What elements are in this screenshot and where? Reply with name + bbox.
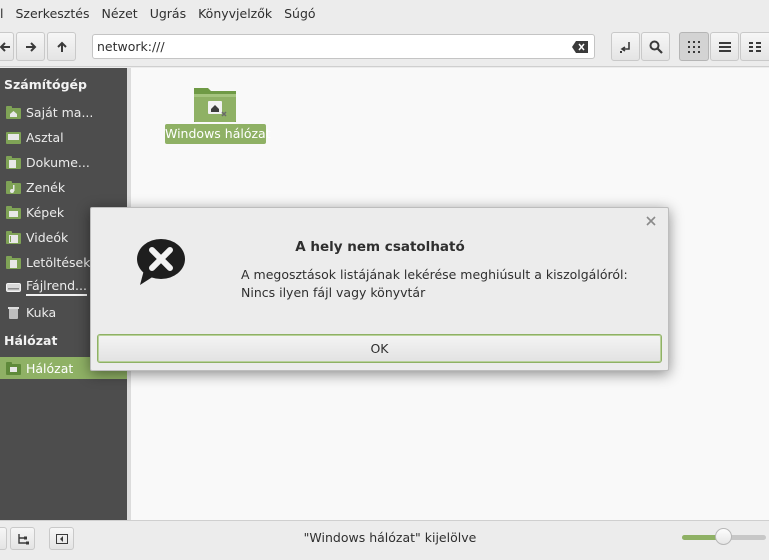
documents-folder-icon <box>6 155 21 169</box>
menu-view[interactable]: Nézet <box>95 6 143 21</box>
menu-help[interactable]: Súgó <box>278 6 321 21</box>
menu-bar: l Szerkesztés Nézet Ugrás Könyvjelzők Sú… <box>0 0 769 27</box>
network-share-folder-icon <box>192 82 238 124</box>
dialog-message: A megosztások listájának lekérése meghiú… <box>241 267 628 300</box>
videos-folder-icon <box>6 230 21 244</box>
sidebar-item-music[interactable]: Zenék <box>0 176 127 198</box>
sidebar-item-desktop[interactable]: Asztal <box>0 126 127 148</box>
file-item-label: Windows hálózat <box>165 124 271 144</box>
toolbar: network:/// <box>0 27 769 67</box>
desktop-folder-icon <box>6 131 21 144</box>
sidebar-heading-computer: Számítógép <box>4 77 87 92</box>
toggle-location-button[interactable] <box>611 32 640 61</box>
back-button[interactable] <box>0 32 14 61</box>
filesystem-icon <box>6 281 21 294</box>
status-bar: "Windows hálózat" kijelölve <box>0 520 769 560</box>
location-text: network:/// <box>97 39 165 54</box>
dialog-title: A hely nem csatolható <box>295 239 465 255</box>
hide-sidebar-button[interactable] <box>49 527 74 550</box>
home-folder-icon <box>6 105 21 119</box>
show-treeview-button[interactable] <box>10 527 35 550</box>
sidebar-item-label: Dokume... <box>26 154 90 170</box>
music-folder-icon <box>6 180 21 194</box>
search-button[interactable] <box>641 32 670 61</box>
zoom-slider-handle[interactable] <box>715 528 732 545</box>
grid-icon <box>688 40 700 53</box>
sidebar-item-label: Videók <box>26 229 69 245</box>
menu-bookmarks[interactable]: Könyvjelzők <box>192 6 278 21</box>
show-places-button[interactable] <box>0 527 7 550</box>
arrow-left-icon <box>0 41 10 52</box>
mount-error-dialog: A hely nem csatolható A megosztások list… <box>90 207 669 371</box>
menu-file[interactable]: l <box>0 6 9 21</box>
arrow-up-icon <box>56 41 67 52</box>
arrow-right-icon <box>25 41 36 52</box>
tree-view-icon <box>17 533 29 544</box>
dialog-close-button[interactable] <box>644 214 658 228</box>
ok-button[interactable]: OK <box>97 334 662 363</box>
list-view-button[interactable] <box>710 32 739 61</box>
sidebar-item-label: Asztal <box>26 129 64 145</box>
list-icon <box>718 41 731 52</box>
pictures-folder-icon <box>6 205 21 219</box>
sidebar-item-label: Letöltések <box>26 254 91 270</box>
sidebar-item-documents[interactable]: Dokume... <box>0 151 127 173</box>
error-speech-bubble-icon <box>134 238 192 288</box>
up-button[interactable] <box>47 32 76 61</box>
sidebar-item-label: Hálózat <box>26 360 74 376</box>
sidebar-item-label: Képek <box>26 204 65 220</box>
menu-go[interactable]: Ugrás <box>144 6 192 21</box>
sidebar-item-label: Saját ma... <box>26 104 94 120</box>
forward-button[interactable] <box>16 32 45 61</box>
close-icon <box>646 216 656 226</box>
status-text: "Windows hálózat" kijelölve <box>303 530 477 545</box>
sidebar-toggle-icon <box>55 533 68 544</box>
location-input[interactable]: network:/// <box>92 34 595 59</box>
edit-location-icon <box>619 41 630 53</box>
sidebar-item-label: Zenék <box>26 179 66 195</box>
search-icon <box>649 40 663 54</box>
compact-view-button[interactable] <box>740 32 769 61</box>
downloads-folder-icon <box>6 255 21 269</box>
sidebar-item-label: Kuka <box>26 304 57 320</box>
sidebar-item-label: Fájlrend... <box>26 278 87 296</box>
network-folder-icon <box>6 361 21 375</box>
trash-icon <box>6 306 21 319</box>
icon-view-button[interactable] <box>679 32 709 61</box>
sidebar-item-home[interactable]: Saját ma... <box>0 101 127 123</box>
clear-location-icon[interactable] <box>572 39 588 55</box>
compact-view-icon <box>749 41 761 52</box>
menu-edit[interactable]: Szerkesztés <box>9 6 95 21</box>
sidebar-heading-network: Hálózat <box>4 333 58 348</box>
